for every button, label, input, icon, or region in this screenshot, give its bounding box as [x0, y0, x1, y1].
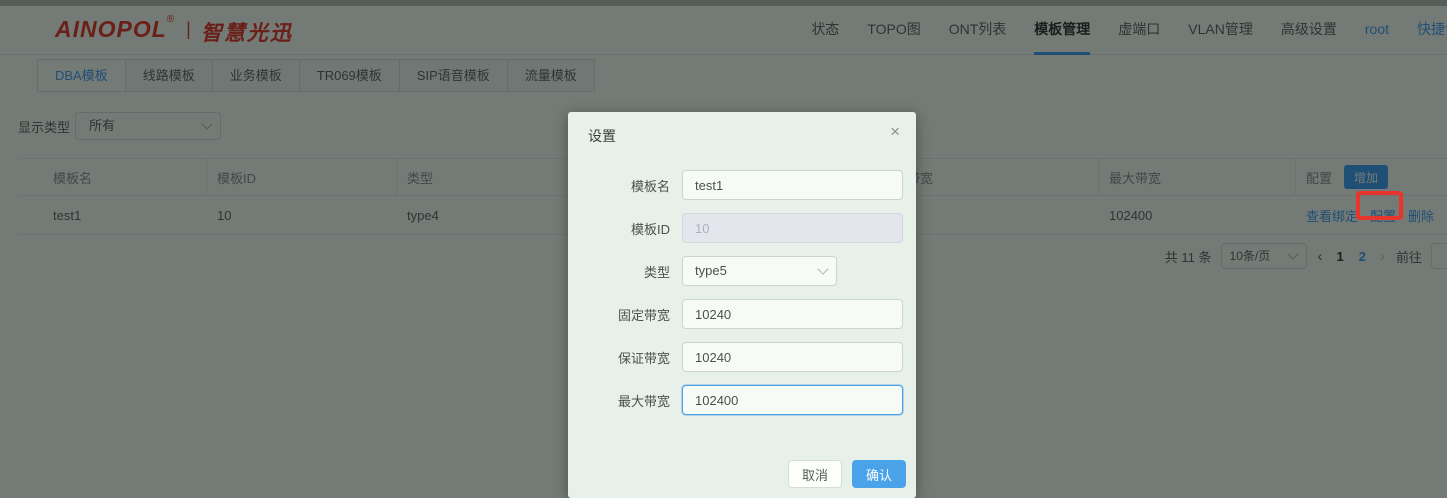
settings-dialog: 设置 × 模板名 模板ID 类型 type5 固定带宽 保证带宽 最大带宽 — [568, 112, 916, 498]
guaranteed-bandwidth-input[interactable] — [682, 342, 903, 372]
cancel-button[interactable]: 取消 — [787, 460, 842, 488]
template-id-label: 模板ID — [630, 221, 670, 237]
settings-form: 模板名 模板ID 类型 type5 固定带宽 保证带宽 最大带宽 — [568, 170, 916, 428]
dialog-title: 设置 — [588, 128, 616, 144]
type-label: 类型 — [643, 264, 670, 280]
close-icon[interactable]: × — [890, 123, 900, 140]
chevron-down-icon — [817, 263, 829, 275]
field-type: 类型 type5 — [568, 256, 916, 286]
guaranteed-bandwidth-label: 保证带宽 — [617, 350, 670, 366]
annotation-box — [1356, 191, 1403, 220]
field-guaranteed-bandwidth: 保证带宽 — [568, 342, 916, 372]
confirm-button[interactable]: 确认 — [851, 460, 906, 488]
dialog-footer: 取消 确认 — [568, 460, 916, 488]
max-bandwidth-label: 最大带宽 — [617, 393, 670, 409]
type-select-value: type5 — [695, 263, 727, 278]
fixed-bandwidth-label: 固定带宽 — [617, 307, 670, 323]
field-template-id: 模板ID — [568, 213, 916, 243]
template-id-input — [682, 213, 903, 243]
type-select[interactable]: type5 — [682, 256, 837, 286]
field-template-name: 模板名 — [568, 170, 916, 200]
field-fixed-bandwidth: 固定带宽 — [568, 299, 916, 329]
field-max-bandwidth: 最大带宽 — [568, 385, 916, 415]
template-name-label: 模板名 — [630, 178, 670, 194]
template-name-input[interactable] — [682, 170, 903, 200]
max-bandwidth-input[interactable] — [682, 385, 903, 415]
fixed-bandwidth-input[interactable] — [682, 299, 903, 329]
